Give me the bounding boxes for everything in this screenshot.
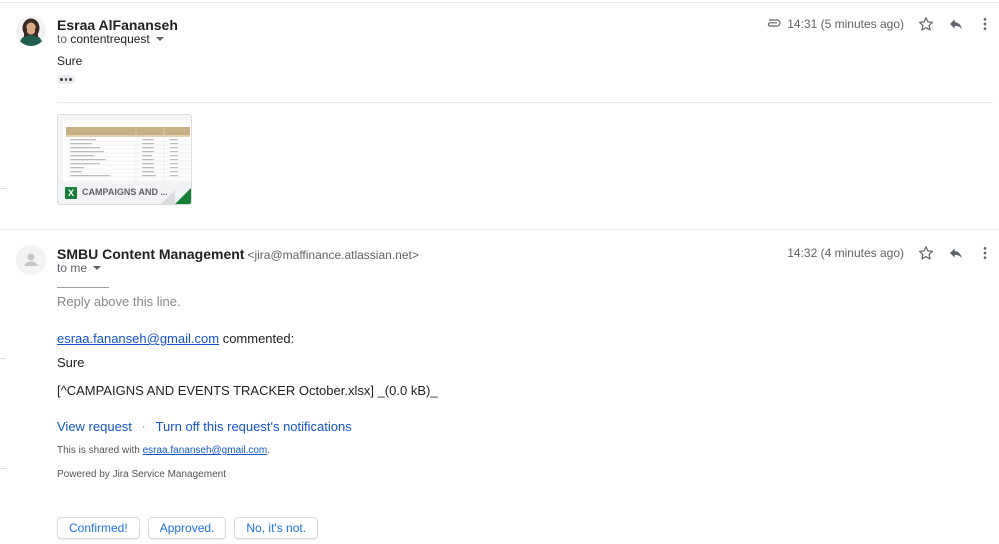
more-vert-icon <box>983 18 987 30</box>
sender-line: SMBU Content Management <jira@maffinance.… <box>57 245 419 264</box>
chevron-down-icon[interactable] <box>93 265 102 270</box>
message-jira: SMBU Content Management <jira@maffinance.… <box>0 230 999 544</box>
smart-reply-no[interactable]: No, it's not. <box>234 517 319 539</box>
message-time[interactable]: 14:31 (5 minutes ago) <box>787 16 904 32</box>
paperclip-icon <box>766 16 781 32</box>
powered-by: Powered by Jira Service Management <box>57 469 226 480</box>
reply-above-text: Reply above this line. <box>57 294 181 309</box>
recipient-line[interactable]: to me <box>57 260 102 276</box>
sender-avatar[interactable] <box>16 16 46 46</box>
star-icon <box>918 17 934 31</box>
dot <box>60 78 63 81</box>
default-avatar-icon <box>16 245 46 275</box>
message-esraa: Esraa AlFananseh to contentrequest 14:31… <box>0 0 999 230</box>
message-time[interactable]: 14:32 (4 minutes ago) <box>787 245 904 261</box>
edge-mark <box>0 358 6 359</box>
smart-reply-confirmed[interactable]: Confirmed! <box>57 517 140 539</box>
email-thread: Esraa AlFananseh to contentrequest 14:31… <box>0 0 999 544</box>
shared-suffix: . <box>267 445 271 456</box>
commenter-email-link[interactable]: esraa.fananseh@gmail.com <box>57 331 219 346</box>
show-trimmed-content-button[interactable] <box>57 75 75 84</box>
star-button[interactable] <box>916 14 936 34</box>
sender-email: <jira@maffinance.atlassian.net> <box>247 248 419 262</box>
attachment-reference: [^CAMPAIGNS AND EVENTS TRACKER October.x… <box>57 383 438 398</box>
avatar-photo-icon <box>16 16 46 46</box>
recipient-name: contentrequest <box>70 32 150 46</box>
reply-button[interactable] <box>946 243 966 263</box>
recipient-line[interactable]: to contentrequest <box>57 31 164 47</box>
shared-prefix: This is shared with <box>57 445 140 456</box>
more-options-button[interactable] <box>975 243 995 263</box>
attachments-separator <box>57 102 993 103</box>
request-links: View request · Turn off this request's n… <box>57 419 352 434</box>
reply-rule <box>57 287 109 288</box>
message-meta: 14:31 (5 minutes ago) <box>766 16 904 32</box>
attachment-card[interactable]: X CAMPAIGNS AND ... <box>57 114 192 205</box>
reply-icon <box>950 19 962 30</box>
reply-button[interactable] <box>946 14 966 34</box>
more-vert-icon <box>983 247 987 259</box>
reply-icon <box>950 248 962 259</box>
star-button[interactable] <box>916 243 936 263</box>
turn-off-notifications-link[interactable]: Turn off this request's notifications <box>156 419 352 434</box>
dot <box>64 78 68 81</box>
more-options-button[interactable] <box>975 14 995 34</box>
to-label: to me <box>57 261 88 275</box>
shared-with-line: This is shared with esraa.fananseh@gmail… <box>57 445 270 456</box>
edge-mark <box>0 188 6 189</box>
comment-heading: esraa.fananseh@gmail.com commented: <box>57 331 294 347</box>
dot <box>69 78 72 81</box>
smart-reply-row: Confirmed! Approved. No, it's not. <box>57 517 319 539</box>
smart-reply-approved[interactable]: Approved. <box>147 517 227 539</box>
edge-mark <box>0 468 6 469</box>
page-fold-shadow <box>161 190 175 204</box>
shared-email-link[interactable]: esraa.fananseh@gmail.com <box>143 445 268 456</box>
sender-avatar[interactable] <box>16 245 46 275</box>
message-meta: 14:32 (4 minutes ago) <box>787 245 904 261</box>
star-icon <box>918 246 934 260</box>
commented-label: commented: <box>222 331 295 346</box>
view-request-link[interactable]: View request <box>57 419 132 434</box>
message-body: Sure <box>57 355 85 370</box>
excel-icon: X <box>65 187 77 199</box>
chevron-down-icon[interactable] <box>155 36 164 41</box>
file-type-corner <box>175 188 191 204</box>
link-separator: · <box>141 420 146 433</box>
message-body: Sure <box>57 54 83 68</box>
attachment-name: CAMPAIGNS AND ... <box>82 187 167 197</box>
to-label: to <box>57 32 68 46</box>
